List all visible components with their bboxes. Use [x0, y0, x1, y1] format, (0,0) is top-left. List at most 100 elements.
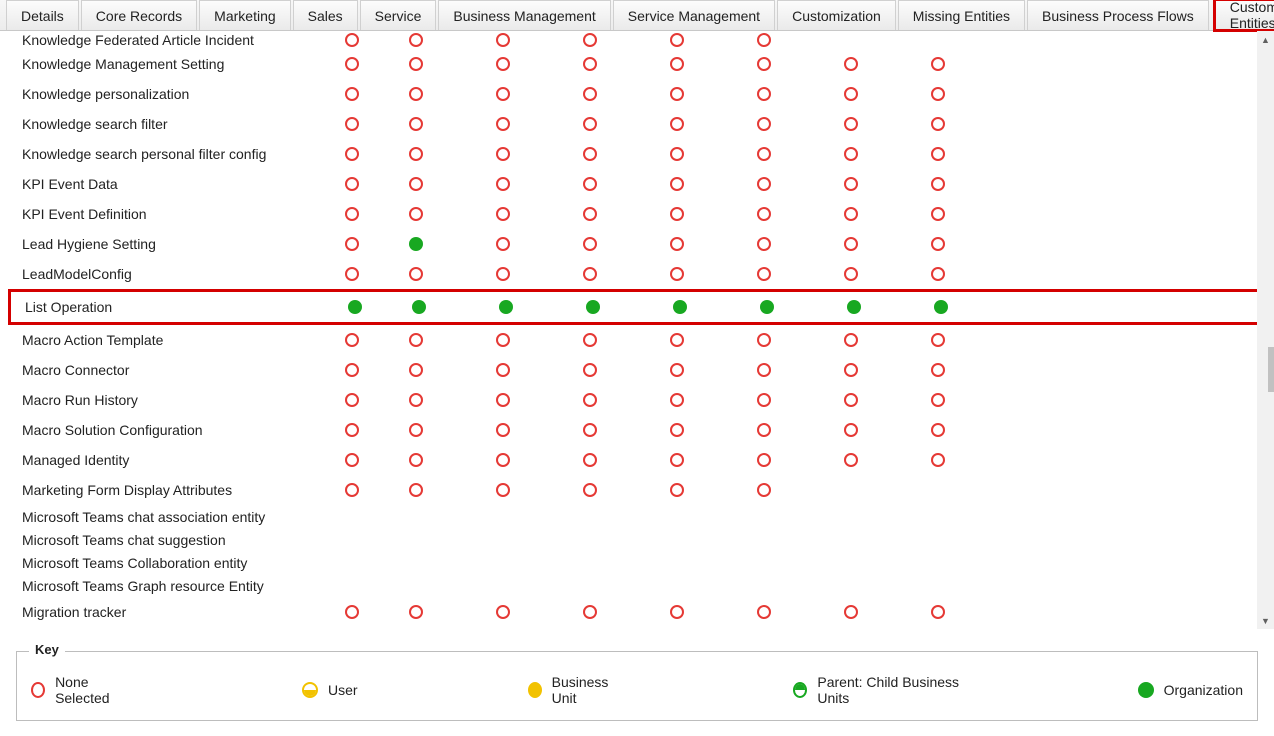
- privilege-cell[interactable]: [372, 147, 459, 161]
- privilege-cell[interactable]: [807, 177, 894, 191]
- privilege-cell[interactable]: [459, 267, 546, 281]
- privilege-cell[interactable]: [372, 207, 459, 221]
- privilege-cell[interactable]: [332, 237, 372, 251]
- privilege-cell[interactable]: [720, 423, 807, 437]
- privilege-cell[interactable]: [546, 237, 633, 251]
- privilege-cell[interactable]: [335, 300, 375, 314]
- privilege-cell[interactable]: [372, 605, 459, 619]
- privilege-cell[interactable]: [332, 483, 372, 497]
- privilege-cell[interactable]: [807, 147, 894, 161]
- tab-sales[interactable]: Sales: [293, 0, 358, 30]
- privilege-cell[interactable]: [459, 483, 546, 497]
- privilege-cell[interactable]: [332, 605, 372, 619]
- privilege-cell[interactable]: [546, 453, 633, 467]
- privilege-cell[interactable]: [332, 87, 372, 101]
- privilege-cell[interactable]: [633, 207, 720, 221]
- privilege-cell[interactable]: [332, 453, 372, 467]
- privilege-cell[interactable]: [720, 207, 807, 221]
- privilege-cell[interactable]: [807, 333, 894, 347]
- privilege-cell[interactable]: [894, 177, 981, 191]
- privilege-cell[interactable]: [633, 33, 720, 47]
- privilege-cell[interactable]: [372, 237, 459, 251]
- tab-business-management[interactable]: Business Management: [438, 0, 610, 30]
- privilege-cell[interactable]: [546, 605, 633, 619]
- privilege-cell[interactable]: [372, 453, 459, 467]
- privilege-cell[interactable]: [459, 237, 546, 251]
- privilege-cell[interactable]: [546, 177, 633, 191]
- privilege-cell[interactable]: [894, 267, 981, 281]
- privilege-cell[interactable]: [894, 333, 981, 347]
- privilege-cell[interactable]: [546, 267, 633, 281]
- privilege-cell[interactable]: [807, 363, 894, 377]
- privilege-cell[interactable]: [546, 483, 633, 497]
- privilege-cell[interactable]: [332, 363, 372, 377]
- privilege-cell[interactable]: [720, 453, 807, 467]
- privilege-cell[interactable]: [546, 393, 633, 407]
- privilege-cell[interactable]: [633, 177, 720, 191]
- privilege-cell[interactable]: [894, 117, 981, 131]
- privilege-cell[interactable]: [546, 423, 633, 437]
- privilege-cell[interactable]: [459, 605, 546, 619]
- privilege-cell[interactable]: [720, 117, 807, 131]
- privilege-cell[interactable]: [723, 300, 810, 314]
- privilege-cell[interactable]: [720, 33, 807, 47]
- privilege-cell[interactable]: [807, 87, 894, 101]
- privilege-cell[interactable]: [459, 333, 546, 347]
- tab-customization[interactable]: Customization: [777, 0, 896, 30]
- privilege-cell[interactable]: [546, 363, 633, 377]
- privilege-cell[interactable]: [372, 57, 459, 71]
- privilege-cell[interactable]: [549, 300, 636, 314]
- privilege-cell[interactable]: [459, 363, 546, 377]
- privilege-cell[interactable]: [332, 207, 372, 221]
- privilege-cell[interactable]: [332, 333, 372, 347]
- privilege-cell[interactable]: [372, 267, 459, 281]
- privilege-cell[interactable]: [720, 267, 807, 281]
- privilege-cell[interactable]: [332, 147, 372, 161]
- privilege-cell[interactable]: [372, 393, 459, 407]
- privilege-cell[interactable]: [720, 237, 807, 251]
- privilege-cell[interactable]: [894, 237, 981, 251]
- privilege-cell[interactable]: [372, 483, 459, 497]
- privilege-cell[interactable]: [372, 333, 459, 347]
- privilege-cell[interactable]: [633, 453, 720, 467]
- privilege-cell[interactable]: [720, 57, 807, 71]
- privilege-cell[interactable]: [459, 453, 546, 467]
- privilege-cell[interactable]: [894, 605, 981, 619]
- scrollbar-thumb[interactable]: [1268, 347, 1274, 392]
- privilege-cell[interactable]: [807, 207, 894, 221]
- tab-custom-entities[interactable]: Custom Entities: [1213, 0, 1274, 32]
- privilege-cell[interactable]: [633, 87, 720, 101]
- privilege-cell[interactable]: [633, 267, 720, 281]
- tab-business-process-flows[interactable]: Business Process Flows: [1027, 0, 1209, 30]
- privilege-cell[interactable]: [720, 147, 807, 161]
- tab-service-management[interactable]: Service Management: [613, 0, 775, 30]
- privilege-cell[interactable]: [633, 423, 720, 437]
- privilege-cell[interactable]: [720, 483, 807, 497]
- privilege-cell[interactable]: [546, 147, 633, 161]
- privilege-cell[interactable]: [332, 267, 372, 281]
- scroll-up-button[interactable]: ▲: [1257, 31, 1274, 48]
- privilege-cell[interactable]: [720, 87, 807, 101]
- privilege-cell[interactable]: [459, 33, 546, 47]
- privilege-cell[interactable]: [807, 117, 894, 131]
- tab-core-records[interactable]: Core Records: [81, 0, 197, 30]
- privilege-cell[interactable]: [462, 300, 549, 314]
- privilege-cell[interactable]: [636, 300, 723, 314]
- privilege-cell[interactable]: [633, 117, 720, 131]
- privilege-cell[interactable]: [546, 87, 633, 101]
- privilege-cell[interactable]: [897, 300, 984, 314]
- privilege-cell[interactable]: [720, 393, 807, 407]
- privilege-cell[interactable]: [332, 117, 372, 131]
- privilege-cell[interactable]: [633, 333, 720, 347]
- privilege-cell[interactable]: [332, 33, 372, 47]
- privilege-cell[interactable]: [720, 333, 807, 347]
- privilege-cell[interactable]: [633, 605, 720, 619]
- privilege-cell[interactable]: [332, 423, 372, 437]
- privilege-cell[interactable]: [372, 117, 459, 131]
- privilege-cell[interactable]: [720, 177, 807, 191]
- privilege-cell[interactable]: [372, 363, 459, 377]
- privilege-cell[interactable]: [459, 423, 546, 437]
- privilege-cell[interactable]: [894, 363, 981, 377]
- privilege-cell[interactable]: [546, 207, 633, 221]
- privilege-cell[interactable]: [372, 33, 459, 47]
